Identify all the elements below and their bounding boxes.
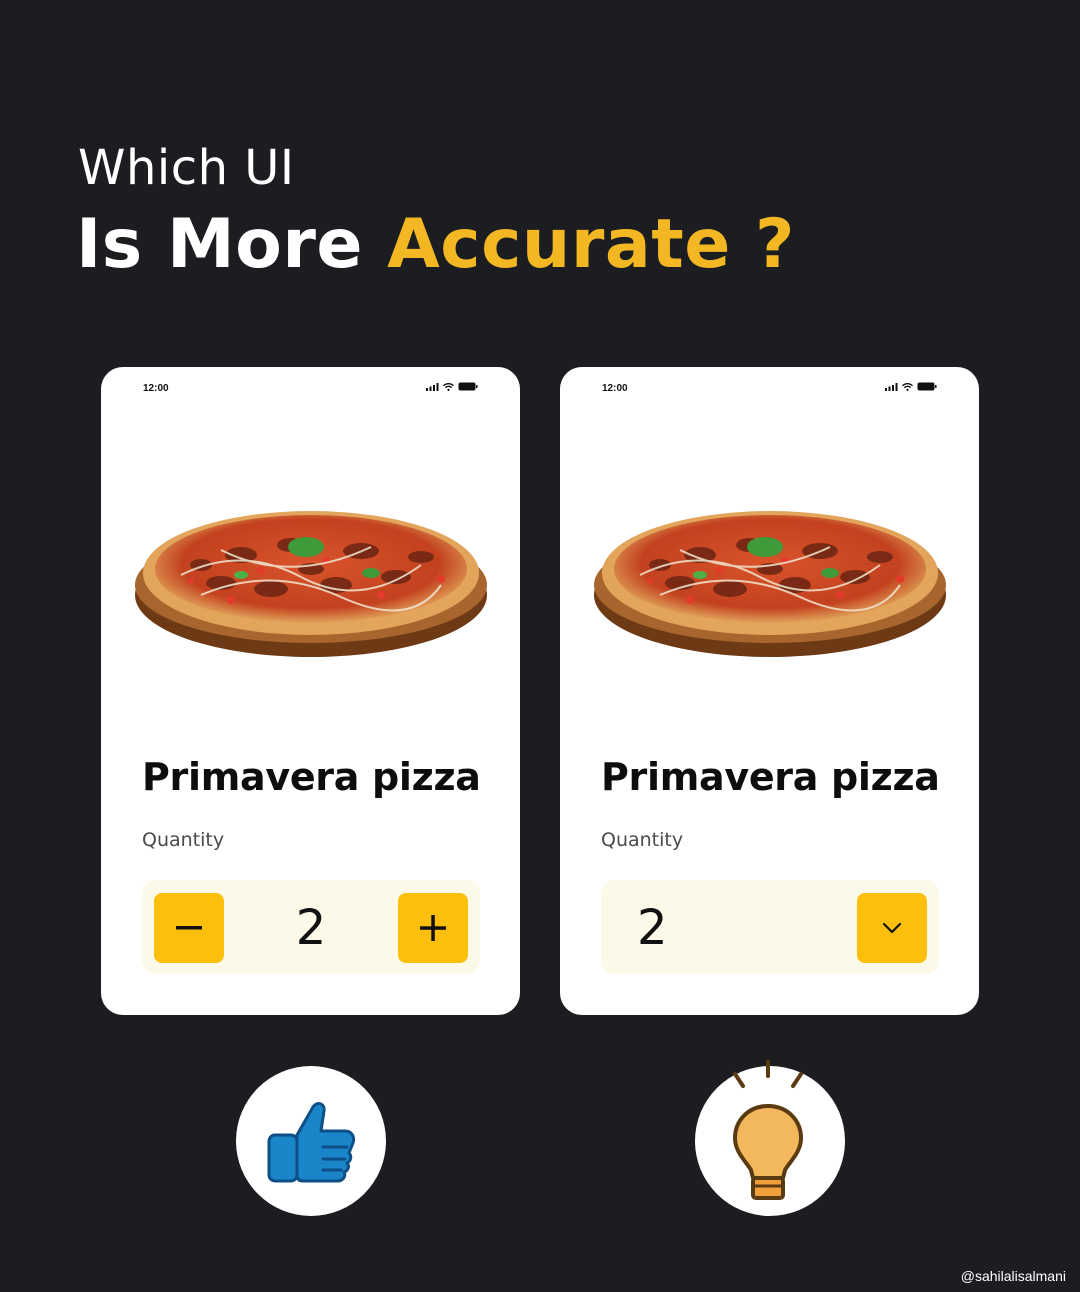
product-name: Primavera pizza: [142, 755, 481, 799]
dropdown-toggle-button[interactable]: [857, 893, 927, 963]
battery-icon: [458, 382, 478, 391]
lightbulb-icon: [733, 1060, 803, 1200]
wifi-icon: [902, 382, 913, 391]
status-time: 12:00: [143, 383, 169, 394]
status-bar: 12:00: [101, 367, 520, 411]
battery-icon: [917, 382, 937, 391]
status-icons: [426, 382, 478, 391]
watermark: @sahilalisalmani: [960, 1268, 1066, 1284]
chevron-down-icon: [882, 922, 902, 934]
product-name: Primavera pizza: [601, 755, 940, 799]
quantity-dropdown[interactable]: 2: [601, 880, 939, 974]
lightbulb-badge: [695, 1060, 845, 1216]
status-time: 12:00: [602, 383, 628, 394]
status-icons: [885, 382, 937, 391]
phone-card-dropdown: 12:00 Primavera pizza Quantity 2: [560, 367, 979, 1015]
quantity-stepper: 2: [142, 880, 480, 974]
thumbs-up-badge: [236, 1066, 386, 1216]
signal-icon: [426, 382, 439, 391]
status-bar: 12:00: [560, 367, 979, 411]
wifi-icon: [443, 382, 454, 391]
thumbs-up-icon: [267, 1102, 356, 1183]
headline-line-2: Is More Accurate ?: [76, 205, 795, 284]
quantity-label: Quantity: [601, 829, 684, 851]
pizza-image: [594, 511, 946, 657]
plus-icon: [420, 915, 446, 941]
headline-prefix: Is More: [76, 205, 388, 284]
headline-line-1: Which UI: [78, 140, 295, 196]
signal-icon: [885, 382, 898, 391]
phone-card-stepper: 12:00 Primavera pizza Quantity 2: [101, 367, 520, 1015]
quantity-value: 2: [637, 900, 668, 956]
increase-button[interactable]: [398, 893, 468, 963]
headline-accent: Accurate ?: [387, 205, 795, 284]
pizza-image: [135, 511, 487, 657]
quantity-label: Quantity: [142, 829, 225, 851]
